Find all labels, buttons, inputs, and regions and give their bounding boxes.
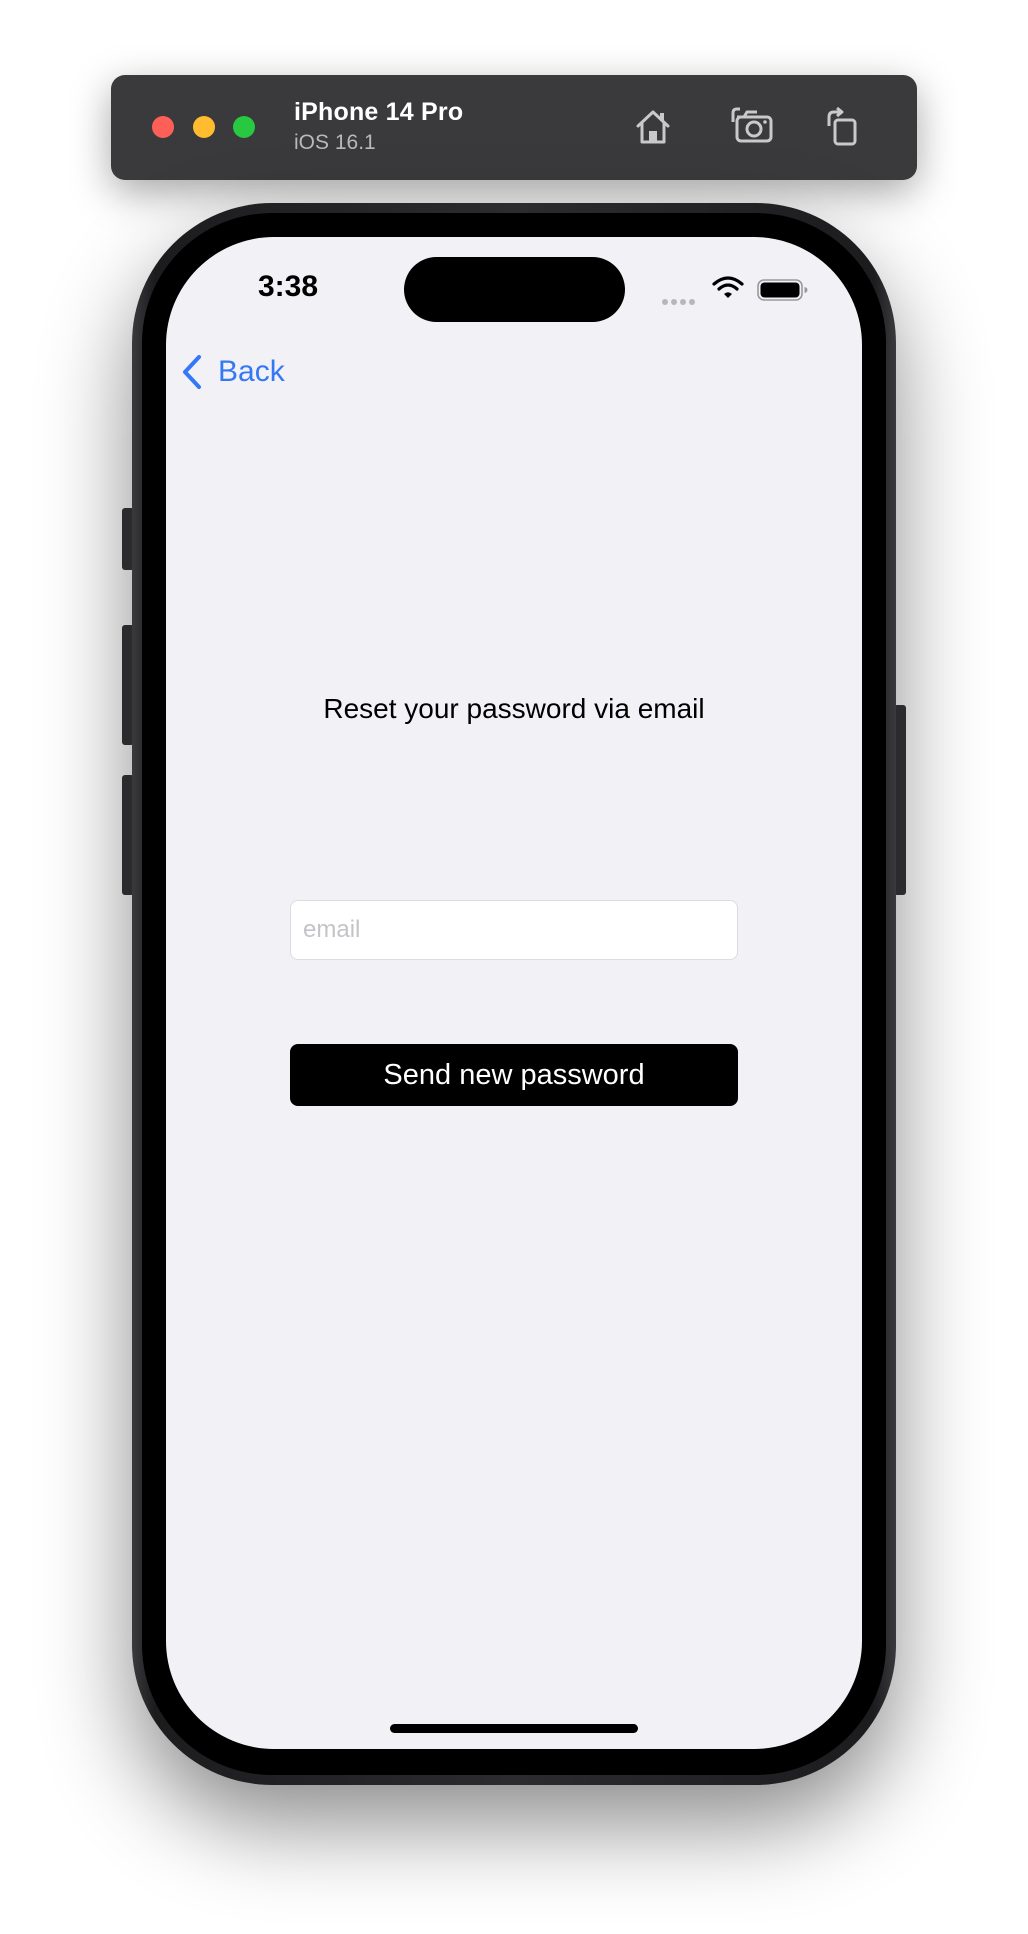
simulator-titlebar xyxy=(111,75,917,180)
battery-icon xyxy=(757,279,808,301)
status-indicators xyxy=(662,275,812,305)
status-time: 3:38 xyxy=(258,270,319,303)
screenshot-button[interactable] xyxy=(730,104,776,150)
page-heading: Reset your password via email xyxy=(323,693,705,724)
close-window-button[interactable] xyxy=(152,116,174,138)
home-indicator[interactable] xyxy=(390,1724,638,1733)
minimize-window-button[interactable] xyxy=(193,116,215,138)
device-name: iPhone 14 Pro xyxy=(294,98,464,126)
screenshot-icon xyxy=(731,107,773,143)
dynamic-island xyxy=(404,257,625,322)
os-version: iOS 16.1 xyxy=(294,131,376,154)
rotate-icon xyxy=(827,106,857,146)
cellular-signal-icon xyxy=(662,292,698,310)
send-new-password-button[interactable]: Send new password xyxy=(290,1044,738,1106)
zoom-window-button[interactable] xyxy=(233,116,255,138)
rotate-button[interactable] xyxy=(820,104,866,150)
email-field[interactable] xyxy=(290,900,738,960)
back-button[interactable]: Back xyxy=(180,352,285,392)
home-button[interactable] xyxy=(630,104,676,150)
wifi-icon xyxy=(712,276,744,298)
back-label: Back xyxy=(218,355,285,388)
chevron-left-icon xyxy=(183,355,201,389)
home-icon xyxy=(636,110,670,144)
device-screen xyxy=(166,237,862,1749)
